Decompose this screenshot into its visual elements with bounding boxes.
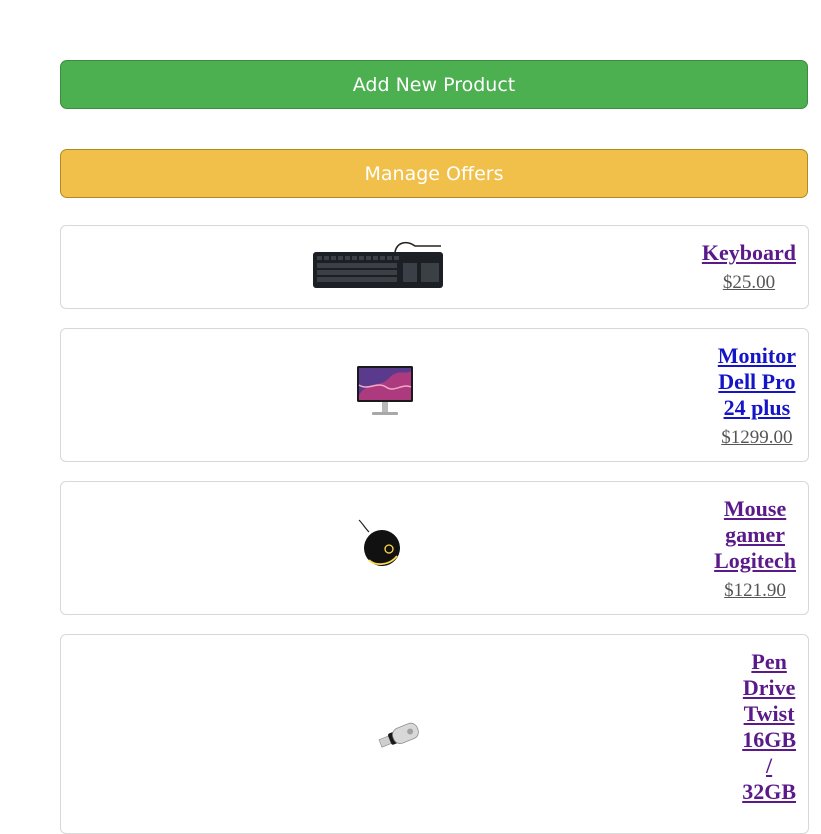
product-card-pen-drive: Pen Drive Twist 16GB / 32GB <box>60 634 809 834</box>
product-info: Mouse gamer Logitech $121.90 <box>714 496 796 602</box>
product-name-link[interactable]: Monitor Dell Pro 24 plus <box>718 343 796 421</box>
product-price[interactable]: $1299.00 <box>718 427 796 449</box>
product-card-mouse: Mouse gamer Logitech $121.90 <box>60 481 809 615</box>
monitor-image[interactable] <box>356 365 414 417</box>
keyboard-image[interactable] <box>311 238 445 290</box>
product-info: Pen Drive Twist 16GB / 32GB <box>742 649 796 805</box>
product-price[interactable]: $25.00 <box>702 272 796 294</box>
product-info: Monitor Dell Pro 24 plus $1299.00 <box>718 343 796 449</box>
add-new-product-button[interactable]: Add New Product <box>60 60 808 109</box>
product-price[interactable]: $121.90 <box>714 580 796 602</box>
product-card-monitor: Monitor Dell Pro 24 plus $1299.00 <box>60 328 809 462</box>
manage-offers-button[interactable]: Manage Offers <box>60 149 808 198</box>
product-name-link[interactable]: Keyboard <box>702 240 796 266</box>
product-info: Keyboard $25.00 <box>702 240 796 294</box>
mouse-image[interactable] <box>357 518 403 568</box>
pen-drive-image[interactable] <box>377 721 421 751</box>
product-card-keyboard: Keyboard $25.00 <box>60 225 809 309</box>
product-name-link[interactable]: Mouse gamer Logitech <box>714 496 796 574</box>
product-name-link[interactable]: Pen Drive Twist 16GB / 32GB <box>742 649 796 805</box>
